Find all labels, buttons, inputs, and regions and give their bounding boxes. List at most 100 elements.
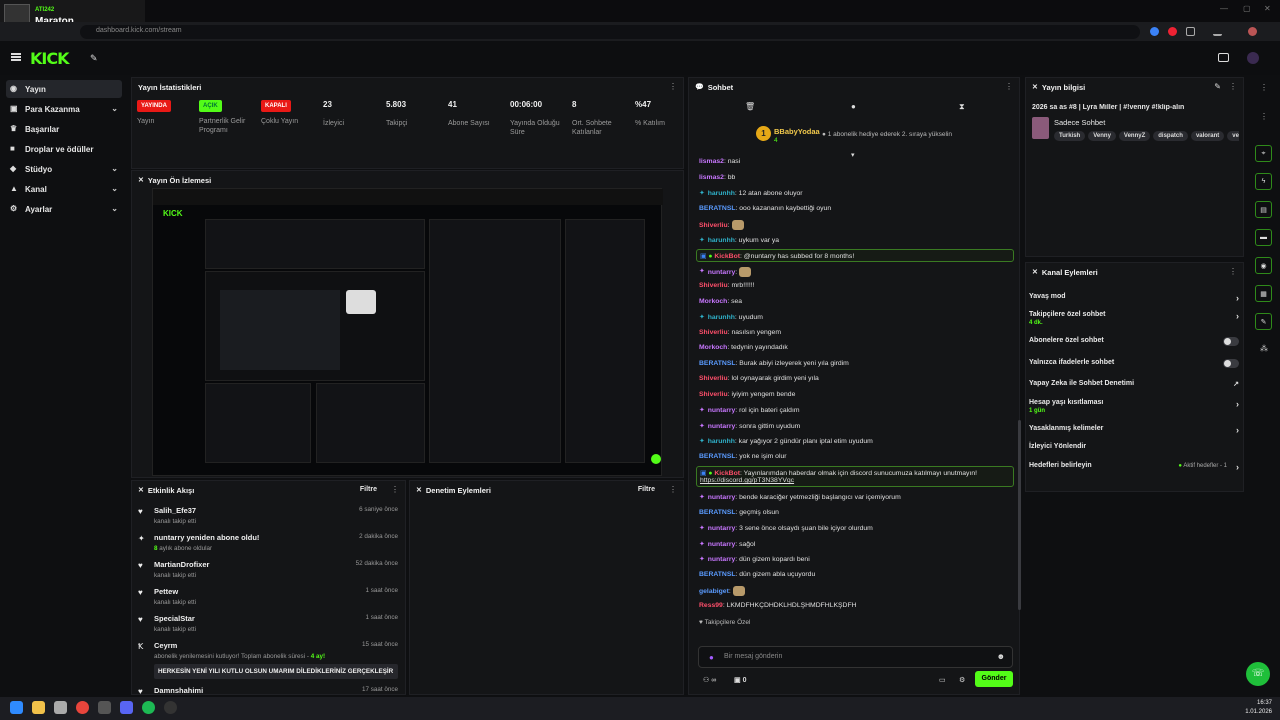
- points-counter[interactable]: ▣ 0: [734, 676, 746, 684]
- url-field[interactable]: [80, 25, 1140, 39]
- channel-action-item[interactable]: İzleyici Yönlendir: [1029, 443, 1243, 450]
- more-icon[interactable]: ⋮: [669, 82, 677, 91]
- channel-action-item[interactable]: Yapay Zeka ile Sohbet Denetimi ↗: [1029, 380, 1243, 388]
- more-icon[interactable]: ⋮: [669, 485, 677, 494]
- microphone-icon[interactable]: ●: [709, 653, 714, 662]
- chat-bubble-icon[interactable]: ●: [851, 102, 856, 111]
- pin-icon[interactable]: ✎: [90, 53, 98, 64]
- clock-time[interactable]: 16:37: [1240, 700, 1272, 706]
- stream-preview-video[interactable]: KICK: [152, 188, 663, 476]
- chat-username[interactable]: harunhh: [708, 237, 735, 244]
- minimize-icon[interactable]: —: [1220, 4, 1228, 13]
- stream-tag[interactable]: Venny: [1088, 131, 1116, 141]
- chat-scrollbar[interactable]: [1018, 420, 1021, 610]
- user-avatar[interactable]: [1247, 52, 1259, 64]
- chat-username[interactable]: nuntarry: [708, 268, 736, 275]
- collapse-icon[interactable]: ▾: [851, 151, 855, 159]
- rail-document-icon[interactable]: ▤: [1255, 201, 1272, 218]
- send-button[interactable]: Gönder: [975, 671, 1013, 687]
- chat-message[interactable]: Ress99: LKMDFHKÇDHDKLHDLŞHMDFHLKŞDFH: [699, 602, 857, 609]
- chat-username[interactable]: nuntarry: [708, 541, 736, 548]
- chat-message[interactable]: Shiverliu: lol oynayarak girdim yeni yıl…: [699, 375, 819, 382]
- chat-username[interactable]: Shiverliu: [699, 222, 728, 229]
- kick-logo[interactable]: KICK: [30, 49, 69, 68]
- extensions-puzzle-icon[interactable]: [1186, 27, 1195, 36]
- rail-wrench-icon[interactable]: ✎: [1255, 313, 1272, 330]
- chat-username[interactable]: Shiverliu: [699, 391, 728, 398]
- chat-username[interactable]: harunhh: [708, 314, 735, 321]
- chat-message[interactable]: ✦ harunhh: kar yağıyor 2 gündür planı ipt…: [699, 437, 873, 445]
- more-icon[interactable]: ⋮: [1229, 82, 1237, 91]
- chat-system-message[interactable]: ▣ ● KickBot: @nuntarry has subbed for 8 …: [696, 249, 1014, 262]
- more-icon[interactable]: ⋮: [1229, 267, 1237, 276]
- chat-message[interactable]: BERATNSL: dün gizem abla uçuyordu: [699, 571, 815, 578]
- rail-lightning-icon[interactable]: ϟ: [1255, 173, 1272, 190]
- profile-avatar[interactable]: [1248, 27, 1257, 36]
- chat-system-message[interactable]: ▣ ● KickBot: Yayınlarımdan haberdar olma…: [696, 466, 1014, 487]
- chat-message[interactable]: Shiverliu: nasılsın yengem: [699, 329, 781, 336]
- chat-username[interactable]: BERATNSL: [699, 205, 736, 212]
- chat-message[interactable]: ✦ nuntarry: sağol: [699, 540, 755, 548]
- chat-message[interactable]: ✦ harunhh: uyudum: [699, 313, 763, 321]
- sidebar-item-4[interactable]: ◆ Stüdyo ⌄: [6, 160, 122, 178]
- chat-message[interactable]: ✦ nuntarry: dün gizem kopardı beni: [699, 555, 810, 563]
- chat-username[interactable]: Morkoch: [699, 298, 727, 305]
- close-icon[interactable]: ✕: [1264, 4, 1271, 13]
- emoji-icon[interactable]: ☻: [997, 652, 1005, 661]
- rail-chat-icon[interactable]: ▬: [1255, 229, 1272, 246]
- chat-message[interactable]: ✦ nuntarry: bende karaciğer yetmezliği ba…: [699, 493, 901, 501]
- chat-message[interactable]: ✦ nuntarry:: [699, 266, 752, 277]
- chat-message[interactable]: ✦ harunhh: uykum var ya: [699, 236, 779, 244]
- chat-message[interactable]: ✦ harunhh: 12 atan abone oluyor: [699, 189, 803, 197]
- chat-username[interactable]: Shiverliu: [699, 329, 728, 336]
- sidebar-item-5[interactable]: ▲ Kanal ⌄: [6, 180, 122, 198]
- chat-username[interactable]: harunhh: [708, 438, 735, 445]
- chat-username[interactable]: BERATNSL: [699, 571, 736, 578]
- channel-action-item[interactable]: Yavaş mod ›: [1029, 293, 1243, 303]
- settings-gear-icon[interactable]: ⚙: [959, 676, 965, 684]
- maximize-icon[interactable]: ▢: [1243, 4, 1251, 13]
- sidebar-item-6[interactable]: ⚙ Ayarlar ⌄: [6, 200, 122, 218]
- chat-rules-icon[interactable]: ▭: [939, 676, 946, 684]
- rail-apps-icon[interactable]: ⁂: [1260, 344, 1268, 353]
- chat-username[interactable]: BERATNSL: [699, 453, 736, 460]
- toggle-switch[interactable]: [1223, 337, 1239, 346]
- rail-broadcast-icon[interactable]: ◉: [1255, 257, 1272, 274]
- chat-input[interactable]: ● Bir mesaj gönderin ☻: [698, 646, 1013, 668]
- download-icon[interactable]: [1213, 27, 1222, 36]
- taskbar-app-icon[interactable]: [54, 701, 67, 714]
- hourglass-icon[interactable]: ⧗: [959, 102, 965, 112]
- category-name[interactable]: Sadece Sohbet: [1054, 118, 1105, 127]
- chat-username[interactable]: BERATNSL: [699, 509, 736, 516]
- channel-action-item[interactable]: Abonelere özel sohbet: [1029, 337, 1243, 346]
- chat-message[interactable]: BERATNSL: geçmiş olsun: [699, 509, 779, 516]
- chat-message[interactable]: ✦ nuntarry: 3 sene önce olsaydı şuan bile…: [699, 524, 873, 532]
- chat-message[interactable]: ✦ nuntarry: rol için bateri çaldım: [699, 406, 800, 414]
- chat-message[interactable]: gelabiget:: [699, 586, 745, 596]
- discord-icon[interactable]: [120, 701, 133, 714]
- more-icon[interactable]: ⋮: [391, 485, 399, 494]
- obs-icon[interactable]: [164, 701, 177, 714]
- taskbar-app-icon[interactable]: [98, 701, 111, 714]
- chat-message[interactable]: Morkoch: sea: [699, 298, 742, 305]
- rail-layout-icon[interactable]: ▦: [1255, 285, 1272, 302]
- chat-username[interactable]: KickBot: [714, 470, 740, 477]
- stream-tag[interactable]: Turkish: [1054, 131, 1086, 141]
- help-fab[interactable]: ☏: [1246, 662, 1270, 686]
- kick-points-icon[interactable]: ⚇ ∞: [703, 676, 716, 684]
- extension-icon[interactable]: [1150, 27, 1159, 36]
- channel-action-item[interactable]: Yalnızca ifadelerle sohbet: [1029, 359, 1243, 368]
- camera-icon[interactable]: [1218, 53, 1229, 62]
- menu-icon[interactable]: [11, 53, 21, 61]
- chat-username[interactable]: Shiverliu: [699, 282, 728, 289]
- sidebar-item-3[interactable]: ■ Droplar ve ödüller: [6, 140, 122, 158]
- toggle-switch[interactable]: [1223, 359, 1239, 368]
- rail-crosshair-icon[interactable]: ⌖: [1255, 145, 1272, 162]
- chat-username[interactable]: nuntarry: [708, 525, 736, 532]
- file-explorer-icon[interactable]: [32, 701, 45, 714]
- channel-action-item[interactable]: Takipçilere özel sohbet 4 dk. ›: [1029, 311, 1243, 326]
- chrome-icon[interactable]: [76, 701, 89, 714]
- edit-icon[interactable]: ✎: [1214, 82, 1221, 91]
- spotify-icon[interactable]: [142, 701, 155, 714]
- chat-username[interactable]: nuntarry: [708, 407, 736, 414]
